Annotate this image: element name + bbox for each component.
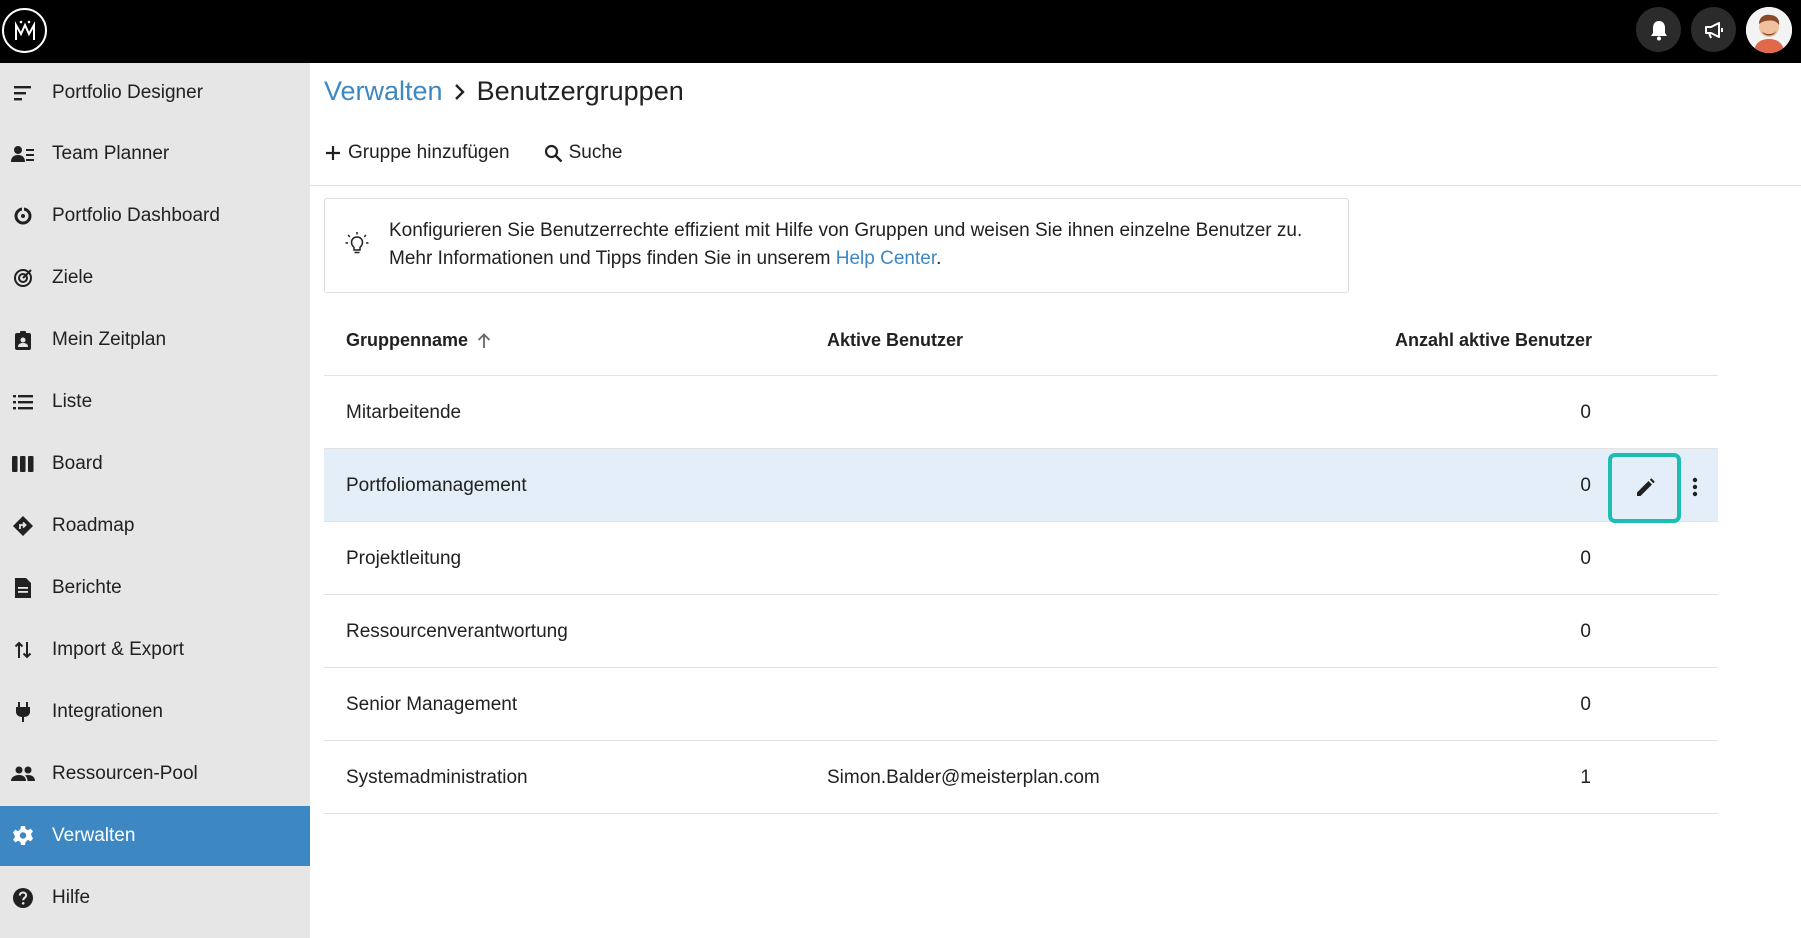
sidebar-item-portfolio-designer[interactable]: Portfolio Designer xyxy=(0,63,310,123)
sidebar-item-team-planner[interactable]: Team Planner xyxy=(0,124,310,184)
schedule-icon xyxy=(10,327,36,353)
toolbar: Gruppe hinzufügen Suche xyxy=(324,135,657,171)
sidebar-item-portfolio-dashboard[interactable]: Portfolio Dashboard xyxy=(0,186,310,246)
sidebar-item-label: Import & Export xyxy=(52,639,184,660)
group-name-cell: Portfoliomanagement xyxy=(346,474,527,496)
sidebar-item-integrationen[interactable]: Integrationen xyxy=(0,682,310,742)
sidebar-item-label: Ziele xyxy=(52,267,94,288)
search-button[interactable]: Suche xyxy=(544,142,623,164)
group-name-cell: Ressourcenverantwortung xyxy=(346,620,568,642)
lightbulb-icon xyxy=(345,231,369,262)
breadcrumb: Verwalten Benutzergruppen xyxy=(324,76,684,107)
top-bar xyxy=(0,0,1801,63)
sidebar-item-roadmap[interactable]: Roadmap xyxy=(0,496,310,556)
group-name-cell: Projektleitung xyxy=(346,547,462,569)
page-title: Benutzergruppen xyxy=(476,76,684,106)
more-vertical-icon xyxy=(1692,477,1698,497)
breadcrumb-link-verwalten[interactable]: Verwalten xyxy=(324,76,443,107)
active-user-count-cell: 0 xyxy=(1580,474,1591,496)
sidebar-item-label: Portfolio Dashboard xyxy=(52,205,220,226)
group-name-cell: Systemadministration xyxy=(346,766,528,788)
table-row[interactable]: Projektleitung 0 xyxy=(324,522,1718,595)
info-line-1: Konfigurieren Sie Benutzerrechte effizie… xyxy=(389,220,1303,241)
active-user-count-cell: 0 xyxy=(1580,620,1591,642)
sidebar-item-board[interactable]: Board xyxy=(0,434,310,494)
active-user-count-cell: 0 xyxy=(1580,401,1591,423)
add-group-button[interactable]: Gruppe hinzufügen xyxy=(324,142,510,164)
sidebar-item-import-export[interactable]: Import & Export xyxy=(0,620,310,680)
chevron-right-icon xyxy=(453,83,467,101)
table-row[interactable]: Mitarbeitende 0 xyxy=(324,376,1718,449)
sidebar-item-label: Hilfe xyxy=(52,887,91,908)
column-header-active-user-count[interactable]: Anzahl aktive Benutzer xyxy=(1395,330,1592,351)
active-users-cell: Simon.Balder@meisterplan.com xyxy=(827,766,1100,788)
active-user-count-cell: 0 xyxy=(1580,693,1591,715)
sidebar-item-ressourcen-pool[interactable]: Ressourcen-Pool xyxy=(0,744,310,804)
import-export-icon xyxy=(10,637,36,663)
sidebar-item-label: Team Planner xyxy=(52,143,170,164)
sidebar-item-label: Mein Zeitplan xyxy=(52,329,167,350)
help-icon xyxy=(10,885,36,911)
info-line-2: Mehr Informationen und Tipps finden Sie … xyxy=(389,248,942,269)
sidebar-item-ziele[interactable]: Ziele xyxy=(0,248,310,308)
sidebar-item-mein-zeitplan[interactable]: Mein Zeitplan xyxy=(0,310,310,370)
sidebar-item-label: Integrationen xyxy=(52,701,163,722)
team-planner-icon xyxy=(10,141,36,167)
table-row[interactable]: Portfoliomanagement 0 xyxy=(324,449,1718,522)
plus-icon xyxy=(324,144,348,162)
more-options-button[interactable] xyxy=(1683,470,1707,504)
megaphone-icon xyxy=(1703,20,1725,40)
column-header-active-users[interactable]: Aktive Benutzer xyxy=(827,330,963,351)
sidebar-item-label: Ressourcen-Pool xyxy=(52,763,198,784)
target-icon xyxy=(10,265,36,291)
sidebar-item-label: Berichte xyxy=(52,577,122,598)
info-text: Konfigurieren Sie Benutzerrechte effizie… xyxy=(389,217,1302,273)
dashboard-icon xyxy=(10,203,36,229)
table-row[interactable]: Systemadministration Simon.Balder@meiste… xyxy=(324,741,1718,814)
sidebar-item-label: Roadmap xyxy=(52,515,135,536)
sidebar-item-label: Portfolio Designer xyxy=(52,82,204,103)
people-icon xyxy=(10,761,36,787)
table-row[interactable]: Senior Management 0 xyxy=(324,668,1718,741)
user-avatar[interactable] xyxy=(1746,7,1792,53)
report-icon xyxy=(10,575,36,601)
group-name-cell: Senior Management xyxy=(346,693,518,715)
active-user-count-cell: 1 xyxy=(1580,766,1591,788)
search-icon xyxy=(544,144,569,163)
edit-group-button[interactable] xyxy=(1608,453,1681,523)
plug-icon xyxy=(10,699,36,725)
sidebar-item-verwalten[interactable]: Verwalten xyxy=(0,806,310,866)
sidebar: Portfolio Designer Team Planner Portfoli… xyxy=(0,63,310,938)
group-name-cell: Mitarbeitende xyxy=(346,401,462,423)
active-user-count-cell: 0 xyxy=(1580,547,1591,569)
sort-arrow-up-icon xyxy=(476,332,492,350)
sidebar-item-berichte[interactable]: Berichte xyxy=(0,558,310,618)
notifications-button[interactable] xyxy=(1636,7,1681,52)
sidebar-item-hilfe[interactable]: Hilfe xyxy=(0,868,310,928)
info-banner: Konfigurieren Sie Benutzerrechte effizie… xyxy=(324,198,1349,293)
search-label: Suche xyxy=(568,142,623,163)
announcements-button[interactable] xyxy=(1691,7,1736,52)
gear-icon xyxy=(10,823,36,849)
board-icon xyxy=(10,451,36,477)
meisterplan-logo-icon[interactable] xyxy=(2,8,47,53)
sidebar-item-label: Verwalten xyxy=(52,825,136,846)
portfolio-designer-icon xyxy=(10,80,36,106)
add-group-label: Gruppe hinzufügen xyxy=(348,142,510,163)
table-row[interactable]: Ressourcenverantwortung 0 xyxy=(324,595,1718,668)
bell-icon xyxy=(1649,19,1669,41)
list-icon xyxy=(10,389,36,415)
pencil-icon xyxy=(1634,477,1656,499)
sidebar-item-liste[interactable]: Liste xyxy=(0,372,310,432)
help-center-link[interactable]: Help Center xyxy=(836,248,936,269)
toolbar-divider xyxy=(310,185,1801,186)
column-header-group-name[interactable]: Gruppenname xyxy=(346,330,492,351)
sidebar-item-label: Liste xyxy=(52,391,93,412)
sidebar-item-label: Board xyxy=(52,453,103,474)
roadmap-icon xyxy=(10,513,36,539)
